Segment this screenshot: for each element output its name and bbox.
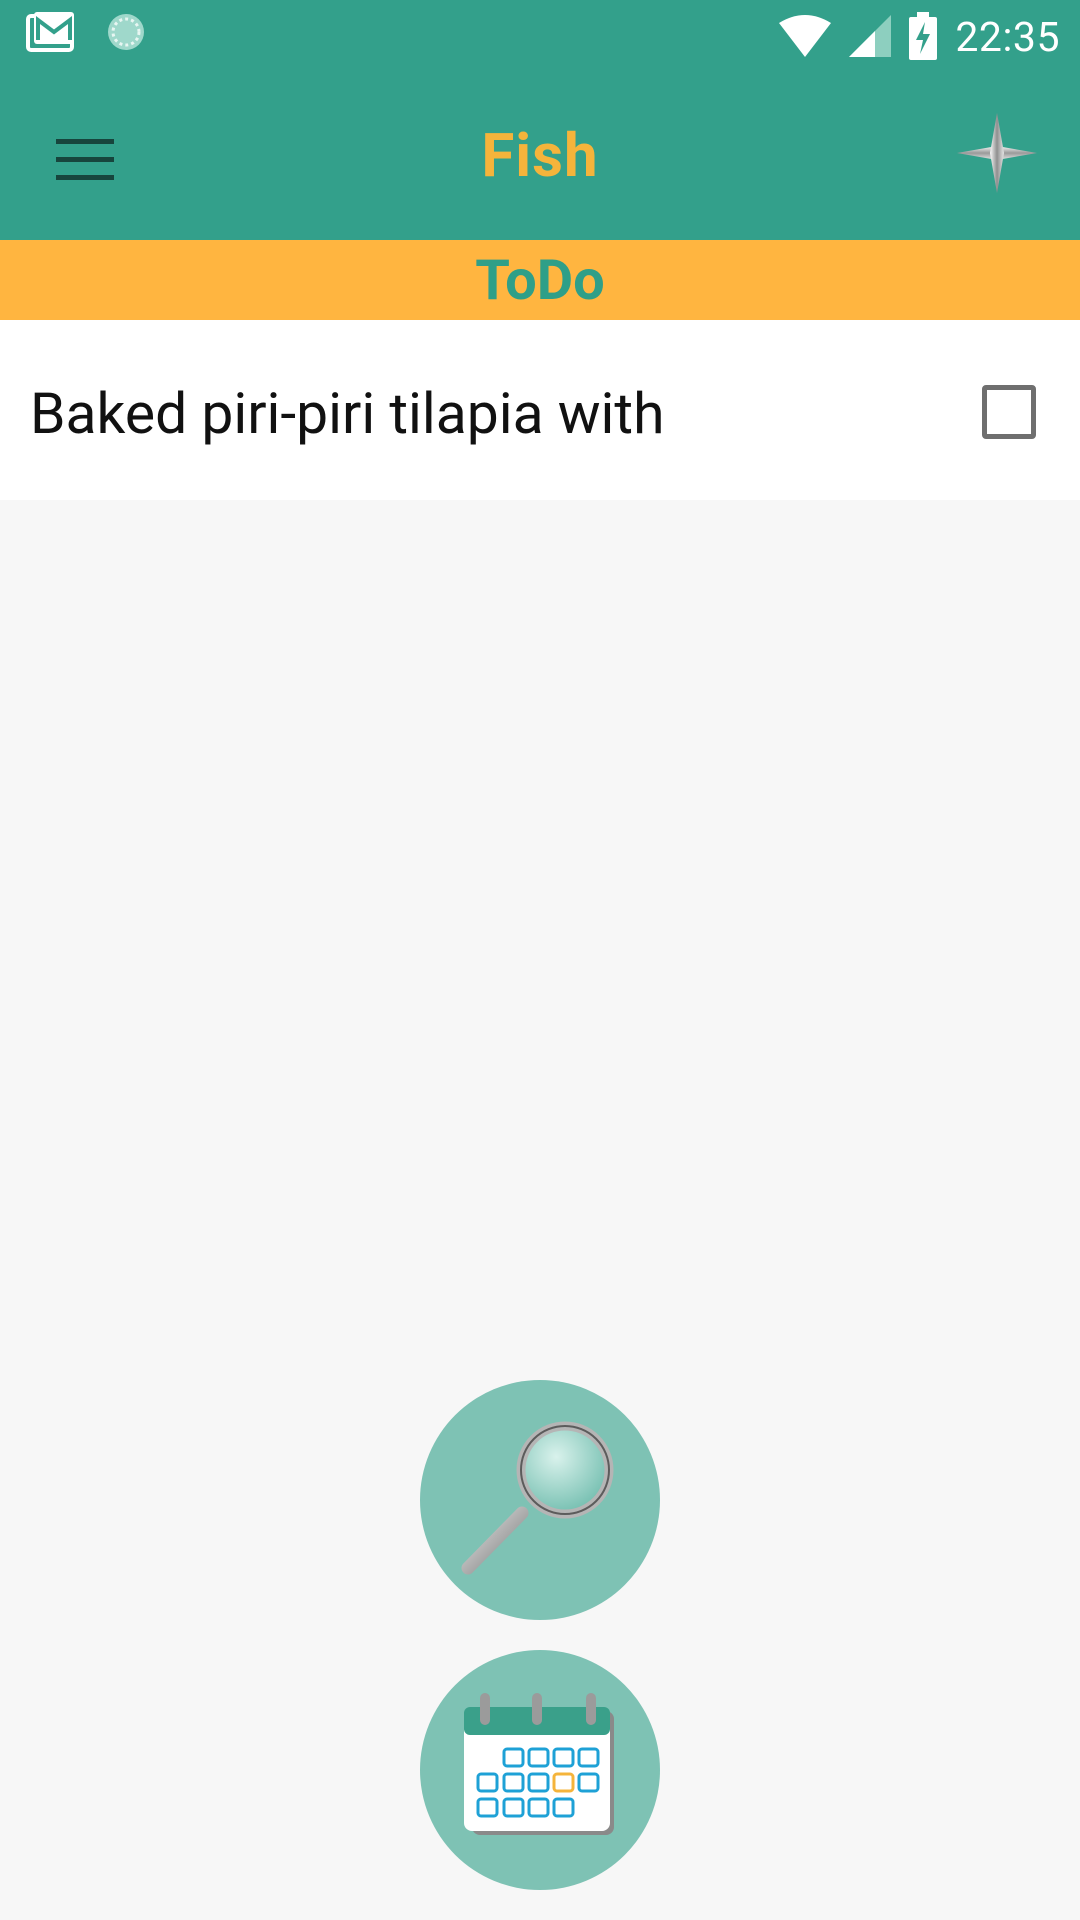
app-bar: Fish	[0, 75, 1080, 240]
gmail-icon	[26, 10, 78, 58]
signal-icon	[849, 14, 892, 61]
list-item[interactable]: Baked piri-piri tilapia with	[0, 320, 1080, 500]
calendar-icon	[460, 1693, 620, 1847]
search-button[interactable]	[420, 1380, 660, 1620]
item-checkbox[interactable]	[982, 385, 1036, 439]
calendar-button[interactable]	[420, 1650, 660, 1890]
status-bar: 22:35	[0, 0, 1080, 75]
status-time: 22:35	[955, 13, 1060, 62]
section-header: ToDo	[0, 240, 1080, 320]
section-title: ToDo	[475, 247, 605, 313]
magnifier-icon	[450, 1408, 630, 1592]
wifi-icon	[779, 14, 832, 61]
add-button[interactable]	[942, 105, 1052, 205]
plus-icon	[957, 113, 1037, 197]
battery-charging-icon	[909, 11, 938, 64]
sync-icon	[104, 10, 148, 58]
list-item-text: Baked piri-piri tilapia with	[30, 380, 665, 447]
page-title: Fish	[481, 120, 599, 191]
